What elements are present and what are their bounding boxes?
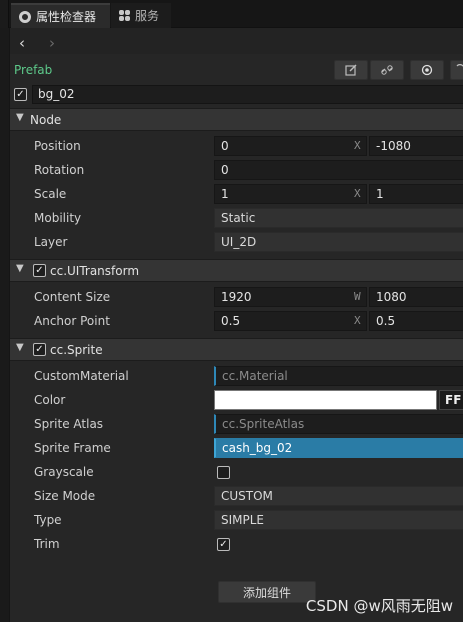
anchor-x-input[interactable]: 0.5 bbox=[214, 311, 367, 331]
edit-icon bbox=[345, 64, 357, 76]
prop-position: Position 0 X -1080 bbox=[10, 134, 463, 158]
sprite-enabled-checkbox[interactable]: ✓ bbox=[33, 343, 46, 356]
prop-grayscale: Grayscale bbox=[10, 460, 463, 484]
section-node[interactable]: ▼ Node bbox=[10, 108, 463, 131]
anchor-x-axis: X bbox=[354, 314, 361, 327]
prop-anchor-point-label: Anchor Point bbox=[34, 314, 110, 328]
position-y-input[interactable]: -1080 bbox=[369, 136, 463, 156]
prop-trim: Trim ✓ bbox=[10, 532, 463, 556]
chevron-down-icon: ▼ bbox=[16, 342, 24, 353]
chevron-down-icon: ▼ bbox=[16, 112, 24, 123]
prop-mobility: Mobility Static bbox=[10, 206, 463, 230]
tab-bar-edge bbox=[0, 0, 9, 28]
locate-prefab-button[interactable] bbox=[410, 60, 444, 80]
prop-trim-label: Trim bbox=[34, 537, 60, 551]
anchor-y-input[interactable]: 0.5 bbox=[369, 311, 463, 331]
prop-sprite-frame: Sprite Frame cash_bg_02 bbox=[10, 436, 463, 460]
prop-content-size: Content Size 1920 W 1080 bbox=[10, 285, 463, 309]
back-arrow-icon[interactable]: ‹ bbox=[19, 34, 25, 52]
prop-anchor-point: Anchor Point 0.5 X 0.5 bbox=[10, 309, 463, 333]
prefab-label: Prefab bbox=[14, 63, 53, 77]
rotation-input[interactable]: 0 bbox=[214, 160, 463, 180]
refresh-icon bbox=[456, 64, 463, 68]
prop-rotation: Rotation 0 bbox=[10, 158, 463, 182]
chevron-down-icon: ▼ bbox=[16, 263, 24, 274]
tab-inspector[interactable]: 属性检查器 bbox=[11, 3, 110, 28]
sprite-atlas-asset-field[interactable]: cc.SpriteAtlas bbox=[214, 414, 463, 434]
prop-scale-label: Scale bbox=[34, 187, 67, 201]
prop-mobility-label: Mobility bbox=[34, 211, 82, 225]
forward-arrow-icon[interactable]: › bbox=[49, 34, 55, 52]
gear-icon bbox=[19, 10, 31, 23]
grayscale-checkbox[interactable] bbox=[217, 466, 230, 479]
history-nav: ‹ › bbox=[10, 28, 463, 54]
prop-sprite-frame-label: Sprite Frame bbox=[34, 441, 111, 455]
prop-size-mode: Size Mode CUSTOM bbox=[10, 484, 463, 508]
section-uitransform[interactable]: ▼ ✓ cc.UITransform bbox=[10, 259, 463, 282]
locate-icon bbox=[421, 64, 433, 76]
scale-x-input[interactable]: 1 bbox=[214, 184, 367, 204]
color-hex-input[interactable]: FF bbox=[439, 390, 463, 410]
prop-grayscale-label: Grayscale bbox=[34, 465, 94, 479]
grid-icon bbox=[119, 10, 130, 21]
tab-bar: 属性检查器 服务 bbox=[0, 0, 463, 28]
prop-position-label: Position bbox=[34, 139, 81, 153]
prop-sprite-atlas-label: Sprite Atlas bbox=[34, 417, 104, 431]
position-x-axis: X bbox=[354, 139, 361, 152]
prop-type: Type SIMPLE bbox=[10, 508, 463, 532]
mobility-select[interactable]: Static bbox=[214, 208, 463, 228]
color-swatch[interactable] bbox=[214, 390, 437, 410]
prop-content-size-label: Content Size bbox=[34, 290, 111, 304]
refresh-prefab-button[interactable] bbox=[450, 60, 463, 80]
prop-custom-material-label: CustomMaterial bbox=[34, 369, 129, 383]
prefab-toolbar: Prefab bbox=[10, 60, 463, 82]
section-uitransform-title: cc.UITransform bbox=[50, 264, 140, 278]
node-active-checkbox[interactable]: ✓ bbox=[14, 88, 27, 101]
unlink-prefab-button[interactable] bbox=[370, 60, 404, 80]
position-x-input[interactable]: 0 bbox=[214, 136, 367, 156]
tab-inspector-label: 属性检查器 bbox=[36, 10, 97, 24]
content-width-axis: W bbox=[354, 290, 361, 303]
prop-scale: Scale 1 X 1 bbox=[10, 182, 463, 206]
prop-custom-material: CustomMaterial cc.Material bbox=[10, 364, 463, 388]
scale-y-input[interactable]: 1 bbox=[369, 184, 463, 204]
edit-prefab-button[interactable] bbox=[334, 60, 368, 80]
prop-type-label: Type bbox=[34, 513, 62, 527]
inspector-panel: ‹ › Prefab ✓ bg_02 ▼ Node Position 0 X -… bbox=[9, 28, 463, 622]
prop-color: Color FF bbox=[10, 388, 463, 412]
section-node-title: Node bbox=[30, 113, 62, 127]
prop-layer: Layer UI_2D bbox=[10, 230, 463, 254]
size-mode-select[interactable]: CUSTOM bbox=[214, 486, 463, 506]
layer-select[interactable]: UI_2D bbox=[214, 232, 463, 252]
sprite-frame-asset-field[interactable]: cash_bg_02 bbox=[214, 438, 463, 458]
prop-color-label: Color bbox=[34, 393, 66, 407]
node-name-row: ✓ bg_02 bbox=[10, 84, 463, 106]
node-name-input[interactable]: bg_02 bbox=[32, 85, 463, 104]
scale-x-axis: X bbox=[354, 187, 361, 200]
section-sprite[interactable]: ▼ ✓ cc.Sprite bbox=[10, 338, 463, 361]
trim-checkbox[interactable]: ✓ bbox=[217, 538, 230, 551]
unlink-icon bbox=[381, 65, 393, 75]
uitransform-enabled-checkbox[interactable]: ✓ bbox=[33, 264, 46, 277]
custom-material-asset-field[interactable]: cc.Material bbox=[214, 366, 463, 386]
tab-services[interactable]: 服务 bbox=[111, 3, 171, 28]
type-select[interactable]: SIMPLE bbox=[214, 510, 463, 530]
watermark-text: CSDN @w风雨无阻w bbox=[305, 597, 453, 615]
content-width-input[interactable]: 1920 bbox=[214, 287, 367, 307]
add-component-button[interactable]: 添加组件 bbox=[218, 581, 316, 603]
left-dock-strip bbox=[0, 28, 9, 622]
tab-services-label: 服务 bbox=[135, 9, 160, 23]
content-height-input[interactable]: 1080 bbox=[369, 287, 463, 307]
prop-rotation-label: Rotation bbox=[34, 163, 85, 177]
prop-size-mode-label: Size Mode bbox=[34, 489, 96, 503]
prop-layer-label: Layer bbox=[34, 235, 68, 249]
section-sprite-title: cc.Sprite bbox=[50, 343, 103, 357]
prop-sprite-atlas: Sprite Atlas cc.SpriteAtlas bbox=[10, 412, 463, 436]
